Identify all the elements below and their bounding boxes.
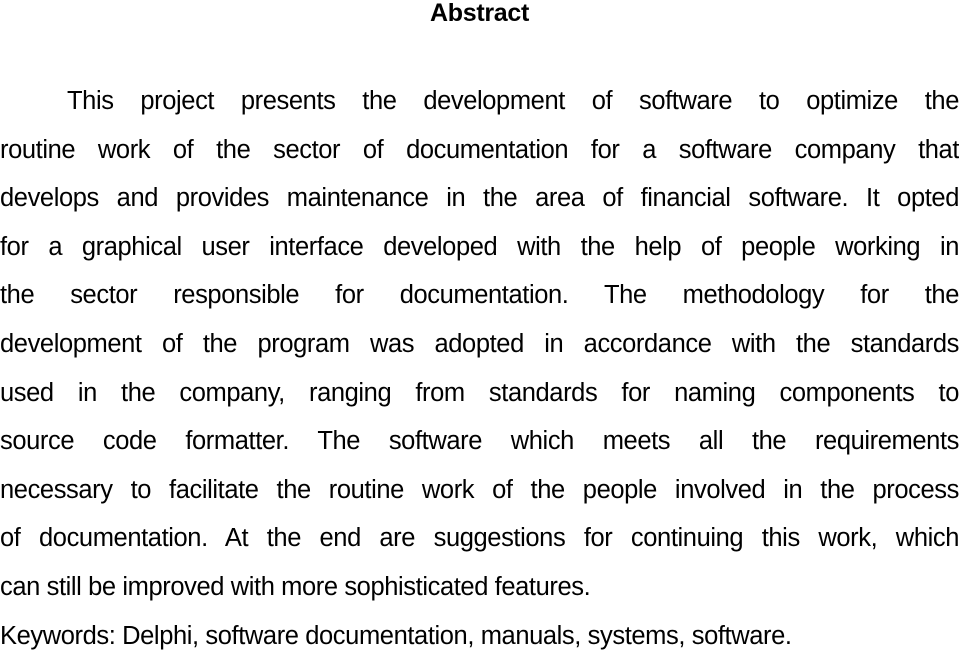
- abstract-line: of documentation. At the end are suggest…: [0, 524, 959, 553]
- keywords-line: Keywords: Delphi, software documentation…: [0, 621, 792, 650]
- abstract-line: the sector responsible for documentation…: [0, 281, 959, 310]
- abstract-line-last: can still be improved with more sophisti…: [0, 572, 591, 601]
- abstract-line: routine work of the sector of documentat…: [0, 135, 959, 164]
- abstract-line: used in the company, ranging from standa…: [0, 378, 959, 407]
- abstract-line: source code formatter. The software whic…: [0, 427, 959, 456]
- abstract-heading: Abstract: [429, 0, 530, 27]
- abstract-line: development of the program was adopted i…: [0, 329, 959, 358]
- abstract-line: develops and provides maintenance in the…: [0, 184, 959, 213]
- abstract-line: This project presents the development of…: [67, 87, 959, 115]
- abstract-line: for a graphical user interface developed…: [0, 232, 959, 261]
- abstract-line: necessary to facilitate the routine work…: [0, 475, 959, 504]
- abstract-body: This project presents the development of…: [0, 83, 959, 666]
